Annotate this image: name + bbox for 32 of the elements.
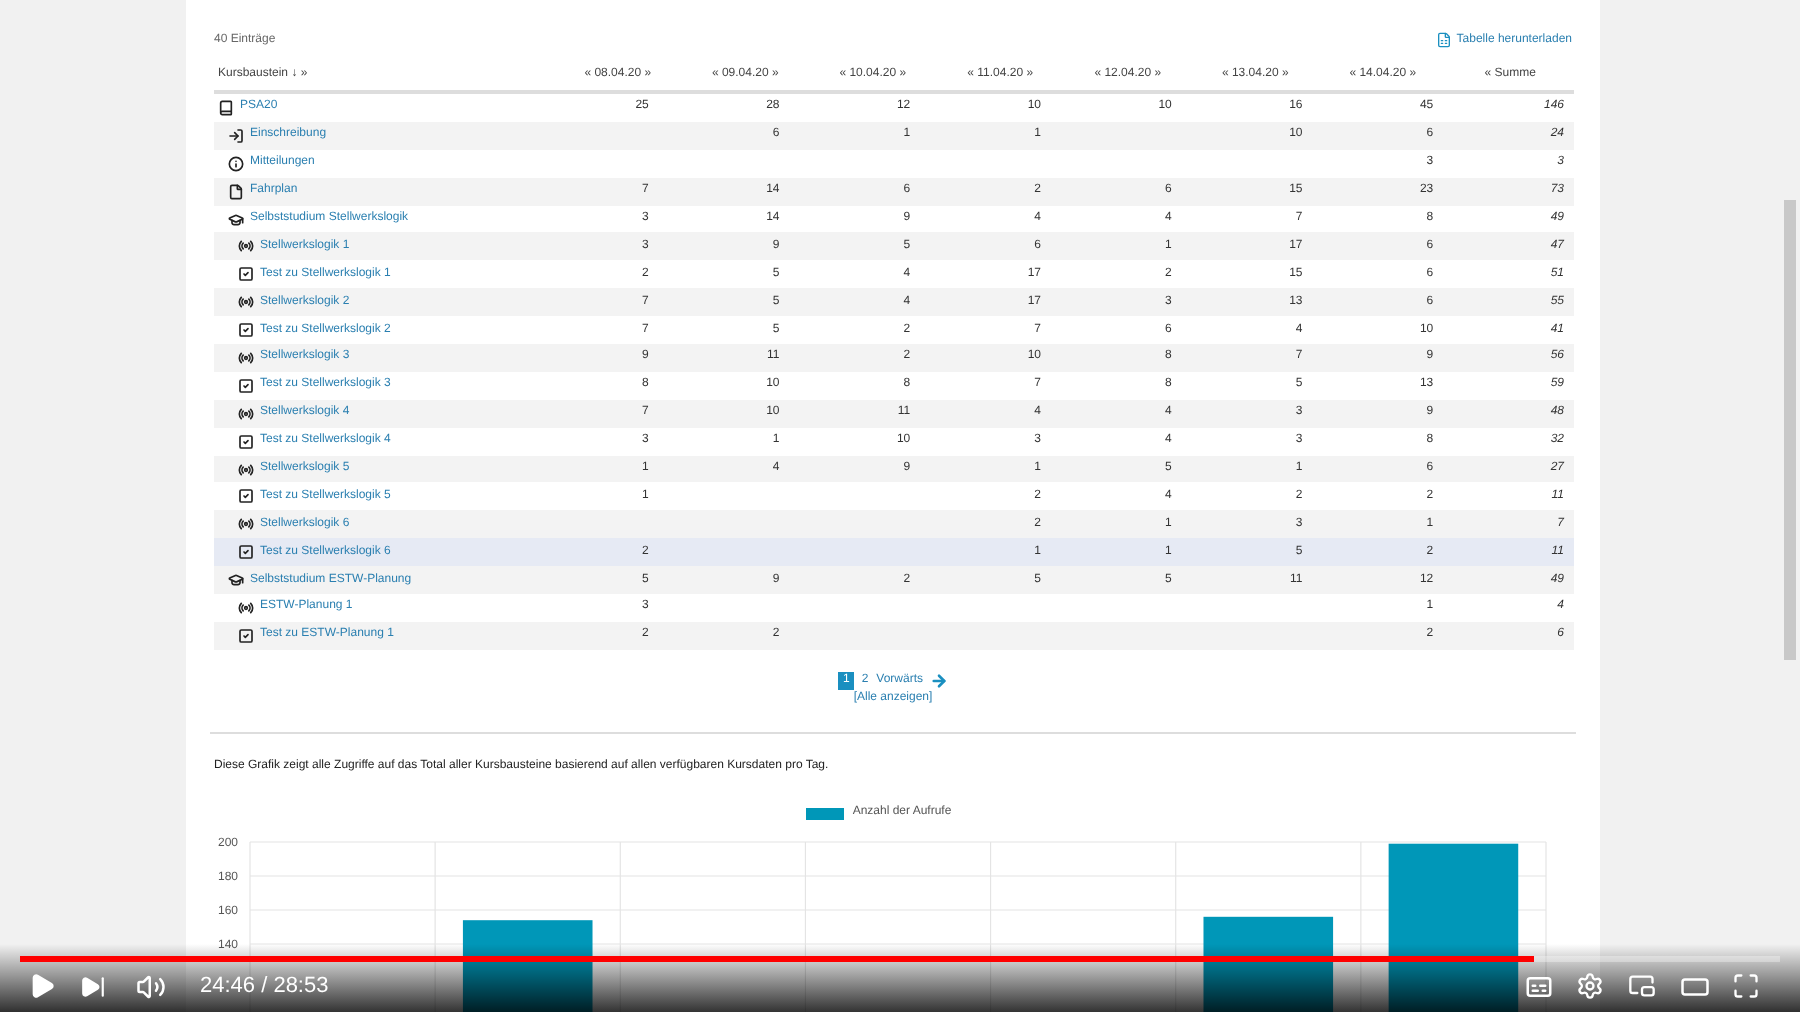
checkbox-icon: [238, 377, 254, 394]
book-icon: [218, 99, 234, 116]
checkbox-icon: [238, 433, 254, 450]
captions-icon: [1524, 971, 1554, 1001]
checkbox-icon: [238, 544, 254, 561]
broadcast-icon: [238, 349, 254, 366]
broadcast-icon: [238, 405, 254, 422]
checkbox-icon: [238, 488, 254, 505]
broadcast-icon: [238, 294, 254, 311]
play-icon: [28, 972, 56, 1000]
document-icon: [228, 183, 244, 200]
graduation-cap-icon: [228, 572, 244, 589]
checkbox-icon: [238, 627, 254, 644]
graduation-cap-icon: [228, 211, 244, 227]
time-display: 24:46 / 28:53: [200, 971, 329, 1002]
bar: [462, 919, 593, 1012]
login-icon: [228, 127, 244, 144]
checkbox-icon: [238, 266, 254, 283]
fullscreen-icon: [1732, 972, 1760, 1000]
skip-next-icon: [80, 973, 106, 999]
broadcast-icon: [238, 461, 254, 478]
broadcast-icon: [238, 238, 254, 255]
speaker-icon: [136, 971, 166, 1001]
bar: [1203, 916, 1334, 1012]
arrow-right-icon: [929, 671, 948, 690]
info-icon: [228, 155, 244, 172]
broadcast-icon: [238, 516, 254, 533]
legend-swatch: [806, 807, 845, 820]
miniplayer-icon: [1628, 972, 1656, 1000]
spreadsheet-icon: [1436, 32, 1453, 48]
broadcast-icon: [238, 599, 254, 616]
checkbox-icon: [238, 322, 254, 339]
